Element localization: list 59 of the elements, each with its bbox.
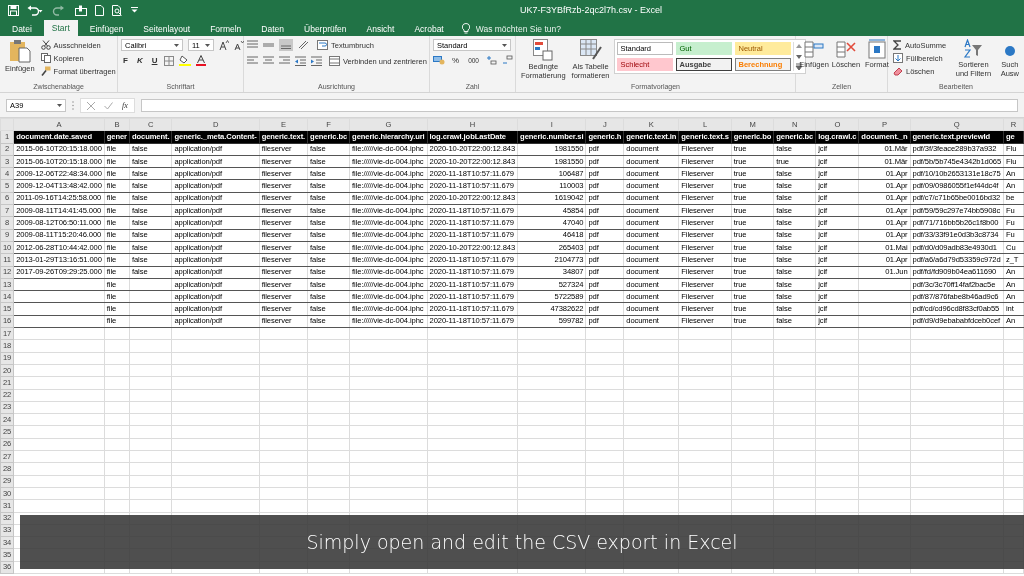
font-color-icon[interactable] [196,55,207,66]
ribbon-tab[interactable]: Formeln [202,21,250,36]
fill-color-icon[interactable] [179,55,192,66]
scroll-down-icon[interactable] [794,52,803,61]
dropdown-caret-icon [57,104,62,107]
window-title: UK7-F3YBfRzb-2qc2l7h.csv - Excel [520,5,663,15]
borders-icon[interactable] [164,55,175,66]
wrap-text-icon [317,40,328,50]
format-table-icon [579,39,602,61]
customize-dropdown-icon[interactable] [131,7,138,13]
eraser-icon [893,66,903,76]
ribbon-tab[interactable]: Datei [4,21,40,36]
dropdown-caret-icon [174,43,179,47]
new-document-icon[interactable] [95,4,104,16]
decrease-indent-icon[interactable] [295,56,306,66]
scissors-icon [40,40,51,50]
ribbon-tab[interactable]: Überprüfen [296,21,355,36]
dropdown-caret-icon [502,43,507,47]
increase-decimal-icon[interactable] [486,55,497,65]
save-icon[interactable] [8,4,19,16]
delete-cells-icon [836,39,856,59]
ribbon-tab[interactable]: Ansicht [358,21,403,36]
scroll-up-icon[interactable] [794,42,803,50]
underline-button[interactable]: U [149,56,160,65]
format-cells-icon [866,39,887,59]
print-preview-icon[interactable] [112,4,123,16]
insert-function-button[interactable]: fx [122,101,128,110]
conditional-formatting-icon [533,39,554,61]
ribbon-tab[interactable]: Start [43,20,78,36]
undo-icon[interactable] [27,4,43,16]
ribbon-tab[interactable]: Einfügen [81,21,132,36]
italic-button[interactable]: K [134,56,145,65]
touch-mode-icon[interactable] [75,4,87,16]
fill-down-icon [893,53,903,63]
copy-icon [40,53,51,63]
currency-icon[interactable] [433,55,445,65]
check-icon[interactable] [104,101,113,110]
align-bottom-icon[interactable] [279,39,293,51]
grow-font-icon[interactable] [219,40,229,50]
tell-me-field[interactable]: Was möchten Sie tun? [473,22,588,35]
shrink-font-icon[interactable] [234,40,244,50]
bold-button[interactable]: F [121,56,130,65]
decrease-decimal-icon[interactable] [502,55,513,65]
sort-filter-icon [963,39,984,59]
ribbon-tab[interactable]: Daten [253,21,293,36]
percent-button[interactable]: % [450,55,462,65]
cancel-icon[interactable] [87,101,95,110]
ribbon-tab[interactable]: Seitenlayout [135,21,199,36]
caption-text: Simply open and edit the CSV export in Excel [306,531,738,553]
sigma-icon [893,40,902,50]
ribbon-tab[interactable]: Acrobat [406,21,452,36]
merge-cells-icon [329,56,340,66]
formula-input[interactable] [140,99,1018,112]
lightbulb-icon [461,23,470,34]
increase-indent-icon[interactable] [311,56,322,66]
paintbrush-icon [40,66,51,76]
clipboard-icon [7,39,32,63]
dropdown-caret-icon [205,43,210,47]
text-orientation-icon[interactable] [298,40,310,50]
